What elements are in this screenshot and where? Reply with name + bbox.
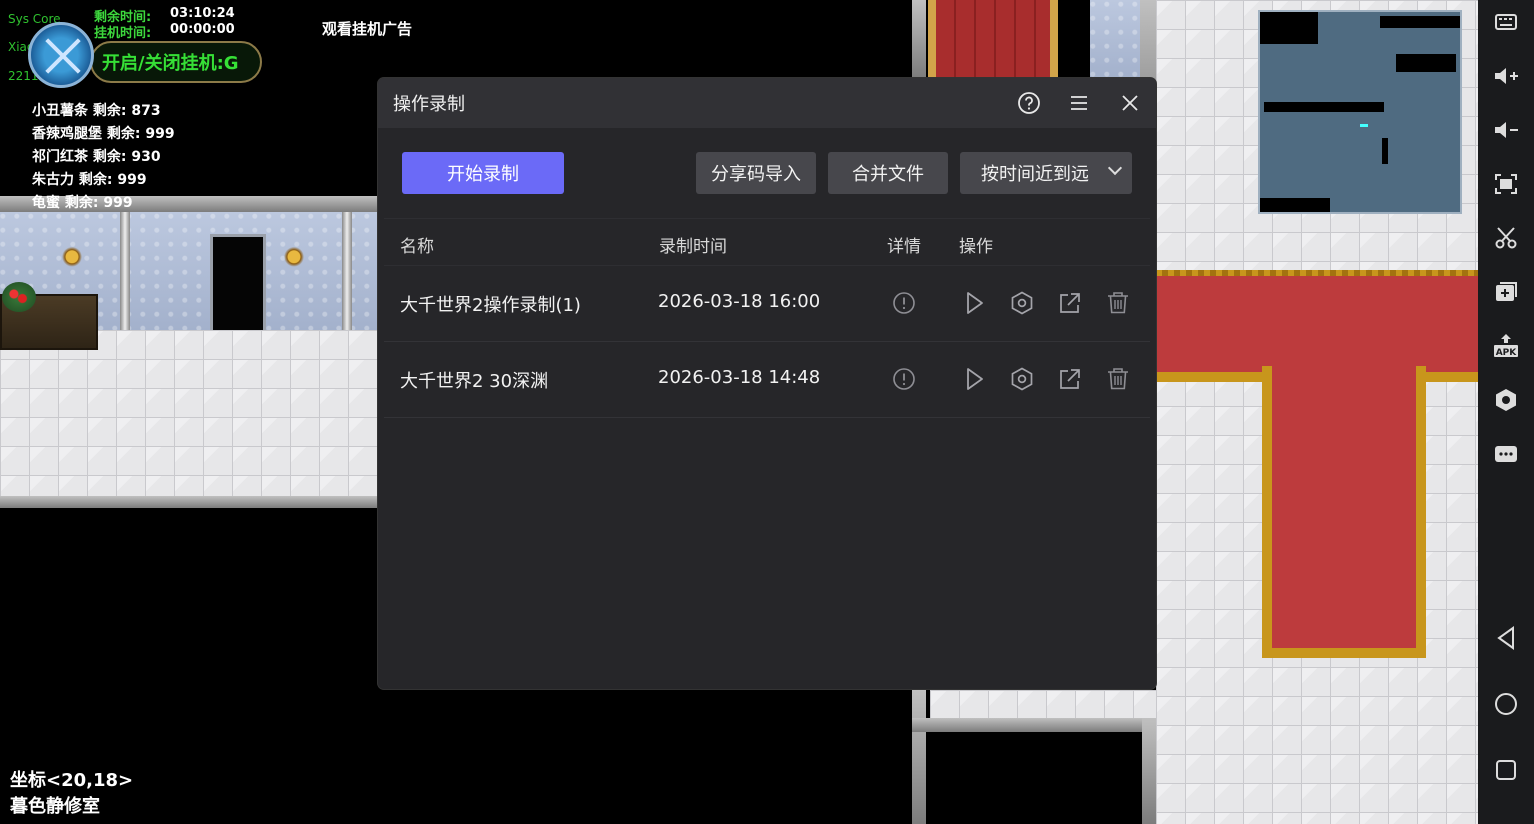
column-header-name: 名称: [400, 237, 434, 257]
remaining-time-value: 03:10:24: [170, 6, 235, 21]
lower-wall: [1142, 718, 1156, 824]
close-icon[interactable]: [1117, 90, 1143, 116]
export-icon[interactable]: [1057, 366, 1083, 392]
scissors-icon[interactable]: [1490, 222, 1522, 254]
watch-ad-link[interactable]: 观看挂机广告: [322, 18, 412, 39]
share-code-import-button[interactable]: 分享码导入: [696, 152, 816, 194]
apk-install-icon[interactable]: APK: [1490, 330, 1522, 362]
red-stairs: [928, 0, 1058, 78]
more-icon[interactable]: [1490, 438, 1522, 470]
menu-icon[interactable]: [1066, 90, 1092, 116]
sword-icon[interactable]: [28, 22, 94, 88]
corridor-wall: [912, 0, 926, 78]
table-row[interactable]: 大千世界2 30深渊 2026-03-18 14:48: [384, 342, 1150, 418]
minimap-wall: [1260, 12, 1318, 44]
minimap-wall: [1396, 54, 1456, 72]
corridor-wall-blue: [1090, 0, 1140, 78]
item-stock: 祁门红茶 剩余: 930: [32, 149, 161, 165]
item-stock: 朱古力 剩余: 999: [32, 172, 147, 188]
export-icon[interactable]: [1057, 290, 1083, 316]
merge-files-button[interactable]: 合并文件: [828, 152, 948, 194]
location-name: 暮色静修室: [10, 796, 100, 817]
play-icon[interactable]: [961, 290, 987, 316]
start-recording-button[interactable]: 开始录制: [402, 152, 564, 194]
help-icon[interactable]: [1016, 90, 1042, 116]
chevron-down-icon: [1107, 160, 1123, 176]
red-carpet-stem: [1262, 366, 1426, 658]
recents-icon[interactable]: [1490, 754, 1522, 786]
recording-time: 2026-03-18 14:48: [658, 367, 821, 388]
lower-wall: [912, 690, 926, 824]
floor-edge: [0, 496, 378, 508]
minimap-player-marker: [1360, 124, 1368, 127]
hook-toggle-button[interactable]: 开启/关闭挂机:G: [90, 41, 262, 83]
detail-icon[interactable]: [891, 290, 917, 316]
minimap-wall: [1264, 102, 1384, 112]
empty-list-area: [378, 419, 1156, 689]
minimap-wall: [1382, 138, 1388, 164]
delete-icon[interactable]: [1105, 290, 1131, 316]
carpet-join: [1272, 366, 1416, 386]
delete-icon[interactable]: [1105, 366, 1131, 392]
emulator-sidebar: APK: [1478, 0, 1534, 824]
sort-select-value: 按时间近到远: [981, 164, 1089, 185]
keyboard-icon[interactable]: [1490, 6, 1522, 38]
wall-pillar: [342, 212, 352, 330]
wall-candle: [60, 240, 84, 268]
play-icon[interactable]: [961, 366, 987, 392]
settings-icon[interactable]: [1009, 290, 1035, 316]
table-row[interactable]: 大千世界2操作录制(1) 2026-03-18 16:00: [384, 266, 1150, 342]
dialog-header[interactable]: 操作录制: [378, 78, 1156, 128]
sort-select[interactable]: 按时间近到远: [960, 152, 1132, 194]
operation-recording-dialog: 操作录制 开始录制 分享码导入 合并文件 按时间近到远 名称 录制时间 详情 操…: [378, 78, 1156, 689]
item-stock: 香辣鸡腿堡 剩余: 999: [32, 126, 175, 142]
volume-up-icon[interactable]: [1490, 60, 1522, 92]
room-doorway[interactable]: [210, 234, 266, 330]
item-stock: 龟蜜 剩余: 999: [32, 195, 133, 211]
minimap-wall: [1380, 16, 1460, 28]
minimap-wall: [1260, 198, 1330, 212]
column-header-action: 操作: [959, 237, 993, 257]
recording-name: 大千世界2操作录制(1): [400, 295, 581, 316]
coordinate-readout: 坐标<20,18>: [10, 770, 134, 791]
hook-toggle-label: 开启/关闭挂机:G: [102, 53, 239, 74]
hook-time-label: 挂机时间:: [94, 26, 152, 41]
lower-floor[interactable]: [930, 690, 1156, 720]
table-header: 名称 录制时间 详情 操作: [384, 218, 1150, 266]
room-floor[interactable]: [0, 330, 378, 500]
column-header-detail: 详情: [887, 237, 921, 257]
recording-name: 大千世界2 30深渊: [400, 371, 549, 392]
settings-icon[interactable]: [1009, 366, 1035, 392]
wall-candle: [282, 240, 306, 268]
svg-text:APK: APK: [1496, 348, 1518, 358]
hook-time-value: 00:00:00: [170, 22, 235, 37]
recording-time: 2026-03-18 16:00: [658, 291, 821, 312]
wall-pillar: [120, 212, 130, 330]
back-icon[interactable]: [1490, 622, 1522, 654]
column-header-time: 录制时间: [659, 237, 727, 257]
lower-wall: [912, 718, 1156, 732]
add-window-icon[interactable]: [1490, 276, 1522, 308]
screenshot-icon[interactable]: [1490, 168, 1522, 200]
volume-down-icon[interactable]: [1490, 114, 1522, 146]
flower-pot: [2, 282, 36, 312]
settings-icon[interactable]: [1490, 384, 1522, 416]
home-icon[interactable]: [1490, 688, 1522, 720]
dialog-title: 操作录制: [393, 94, 465, 115]
item-stock: 小丑薯条 剩余: 873: [32, 103, 161, 119]
minimap[interactable]: [1258, 10, 1462, 214]
detail-icon[interactable]: [891, 366, 917, 392]
